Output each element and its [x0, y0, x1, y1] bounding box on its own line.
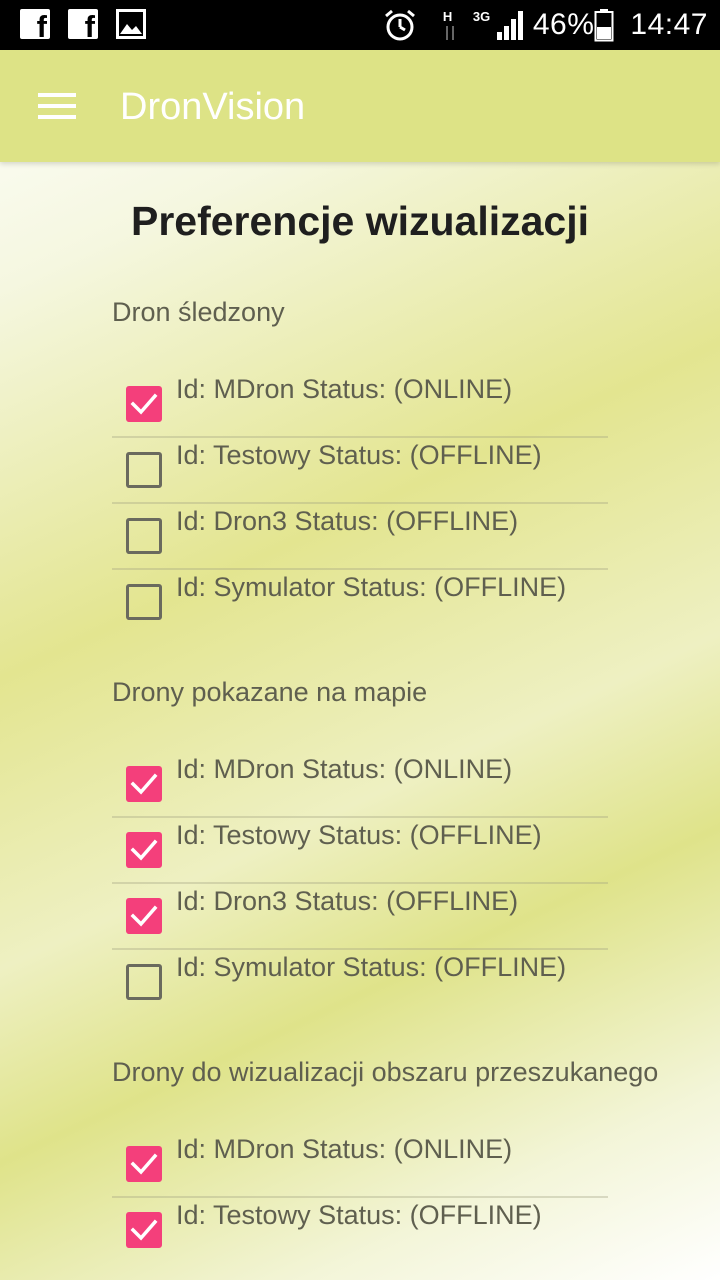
image-icon: [116, 9, 146, 39]
checkbox-checked[interactable]: [126, 386, 162, 422]
data-arrows-icon: H: [441, 8, 463, 42]
checkmark-icon: [130, 393, 158, 415]
list-item[interactable]: Id: MDron Status: (ONLINE): [112, 370, 608, 438]
checkmark-icon: [130, 839, 158, 861]
section-title-tracked-drone: Dron śledzony: [112, 297, 285, 327]
list-item-label: Id: MDron Status: (ONLINE): [176, 754, 513, 784]
list-item-label: Id: Dron3 Status: (OFFLINE): [176, 506, 519, 536]
list-item-label: Id: Testowy Status: (OFFLINE): [176, 440, 542, 470]
list-item[interactable]: Id: Testowy Status: (OFFLINE): [112, 1196, 608, 1262]
section-title-search-area-drones: Drony do wizualizacji obszaru przeszukan…: [112, 1057, 659, 1087]
status-bar: f f H 3G 46% 14:47: [0, 0, 720, 50]
list-item[interactable]: Id: Symulator Status: (OFFLINE): [112, 568, 608, 634]
checkbox-checked[interactable]: [126, 1212, 162, 1248]
list-item[interactable]: Id: Dron3 Status: (OFFLINE): [112, 882, 608, 950]
list-item-label: Id: MDron Status: (ONLINE): [176, 1134, 513, 1164]
checkmark-icon: [130, 773, 158, 795]
hamburger-menu-icon[interactable]: [38, 93, 76, 119]
checkmark-icon: [130, 905, 158, 927]
section-title-drones-on-map: Drony pokazane na mapie: [112, 677, 428, 707]
list-item-label: Id: MDron Status: (ONLINE): [176, 374, 513, 404]
checkbox-checked[interactable]: [126, 832, 162, 868]
clock: 14:47: [630, 8, 708, 41]
checkbox-checked[interactable]: [126, 1146, 162, 1182]
list-item[interactable]: Id: MDron Status: (ONLINE): [112, 750, 608, 818]
list-item-label: Id: Testowy Status: (OFFLINE): [176, 820, 542, 850]
facebook-icon: f: [20, 9, 50, 39]
list-item[interactable]: Id: Testowy Status: (OFFLINE): [112, 436, 608, 504]
list-item[interactable]: Id: MDron Status: (ONLINE): [112, 1130, 608, 1198]
battery-percent: 46%: [532, 8, 595, 41]
checkmark-icon: [130, 1153, 158, 1175]
list-item-label: Id: Symulator Status: (OFFLINE): [176, 952, 567, 982]
list-item-label: Id: Dron3 Status: (OFFLINE): [176, 886, 519, 916]
checkbox-checked[interactable]: [126, 898, 162, 934]
list-item[interactable]: Id: Testowy Status: (OFFLINE): [112, 816, 608, 884]
checkbox-unchecked[interactable]: [126, 964, 162, 1000]
signal-icon: 3G: [473, 8, 523, 42]
list-item[interactable]: Id: Dron3 Status: (OFFLINE): [112, 502, 608, 570]
checkbox-unchecked[interactable]: [126, 584, 162, 620]
checkmark-icon: [130, 1219, 158, 1241]
checkbox-unchecked[interactable]: [126, 518, 162, 554]
page-title: Preferencje wizualizacji: [130, 198, 590, 244]
list-item[interactable]: Id: Symulator Status: (OFFLINE): [112, 948, 608, 1014]
checkbox-unchecked[interactable]: [126, 452, 162, 488]
facebook-icon: f: [68, 9, 98, 39]
list-item-label: Id: Symulator Status: (OFFLINE): [176, 572, 567, 602]
battery-icon: [594, 8, 614, 42]
notification-icons: f f: [20, 9, 146, 39]
app-title: DronVision: [120, 86, 306, 128]
app-bar: DronVision: [0, 50, 720, 162]
system-icons: H 3G 46% 14:47: [383, 0, 708, 50]
checkbox-checked[interactable]: [126, 766, 162, 802]
alarm-icon: [383, 8, 417, 42]
list-item-label: Id: Testowy Status: (OFFLINE): [176, 1200, 542, 1230]
